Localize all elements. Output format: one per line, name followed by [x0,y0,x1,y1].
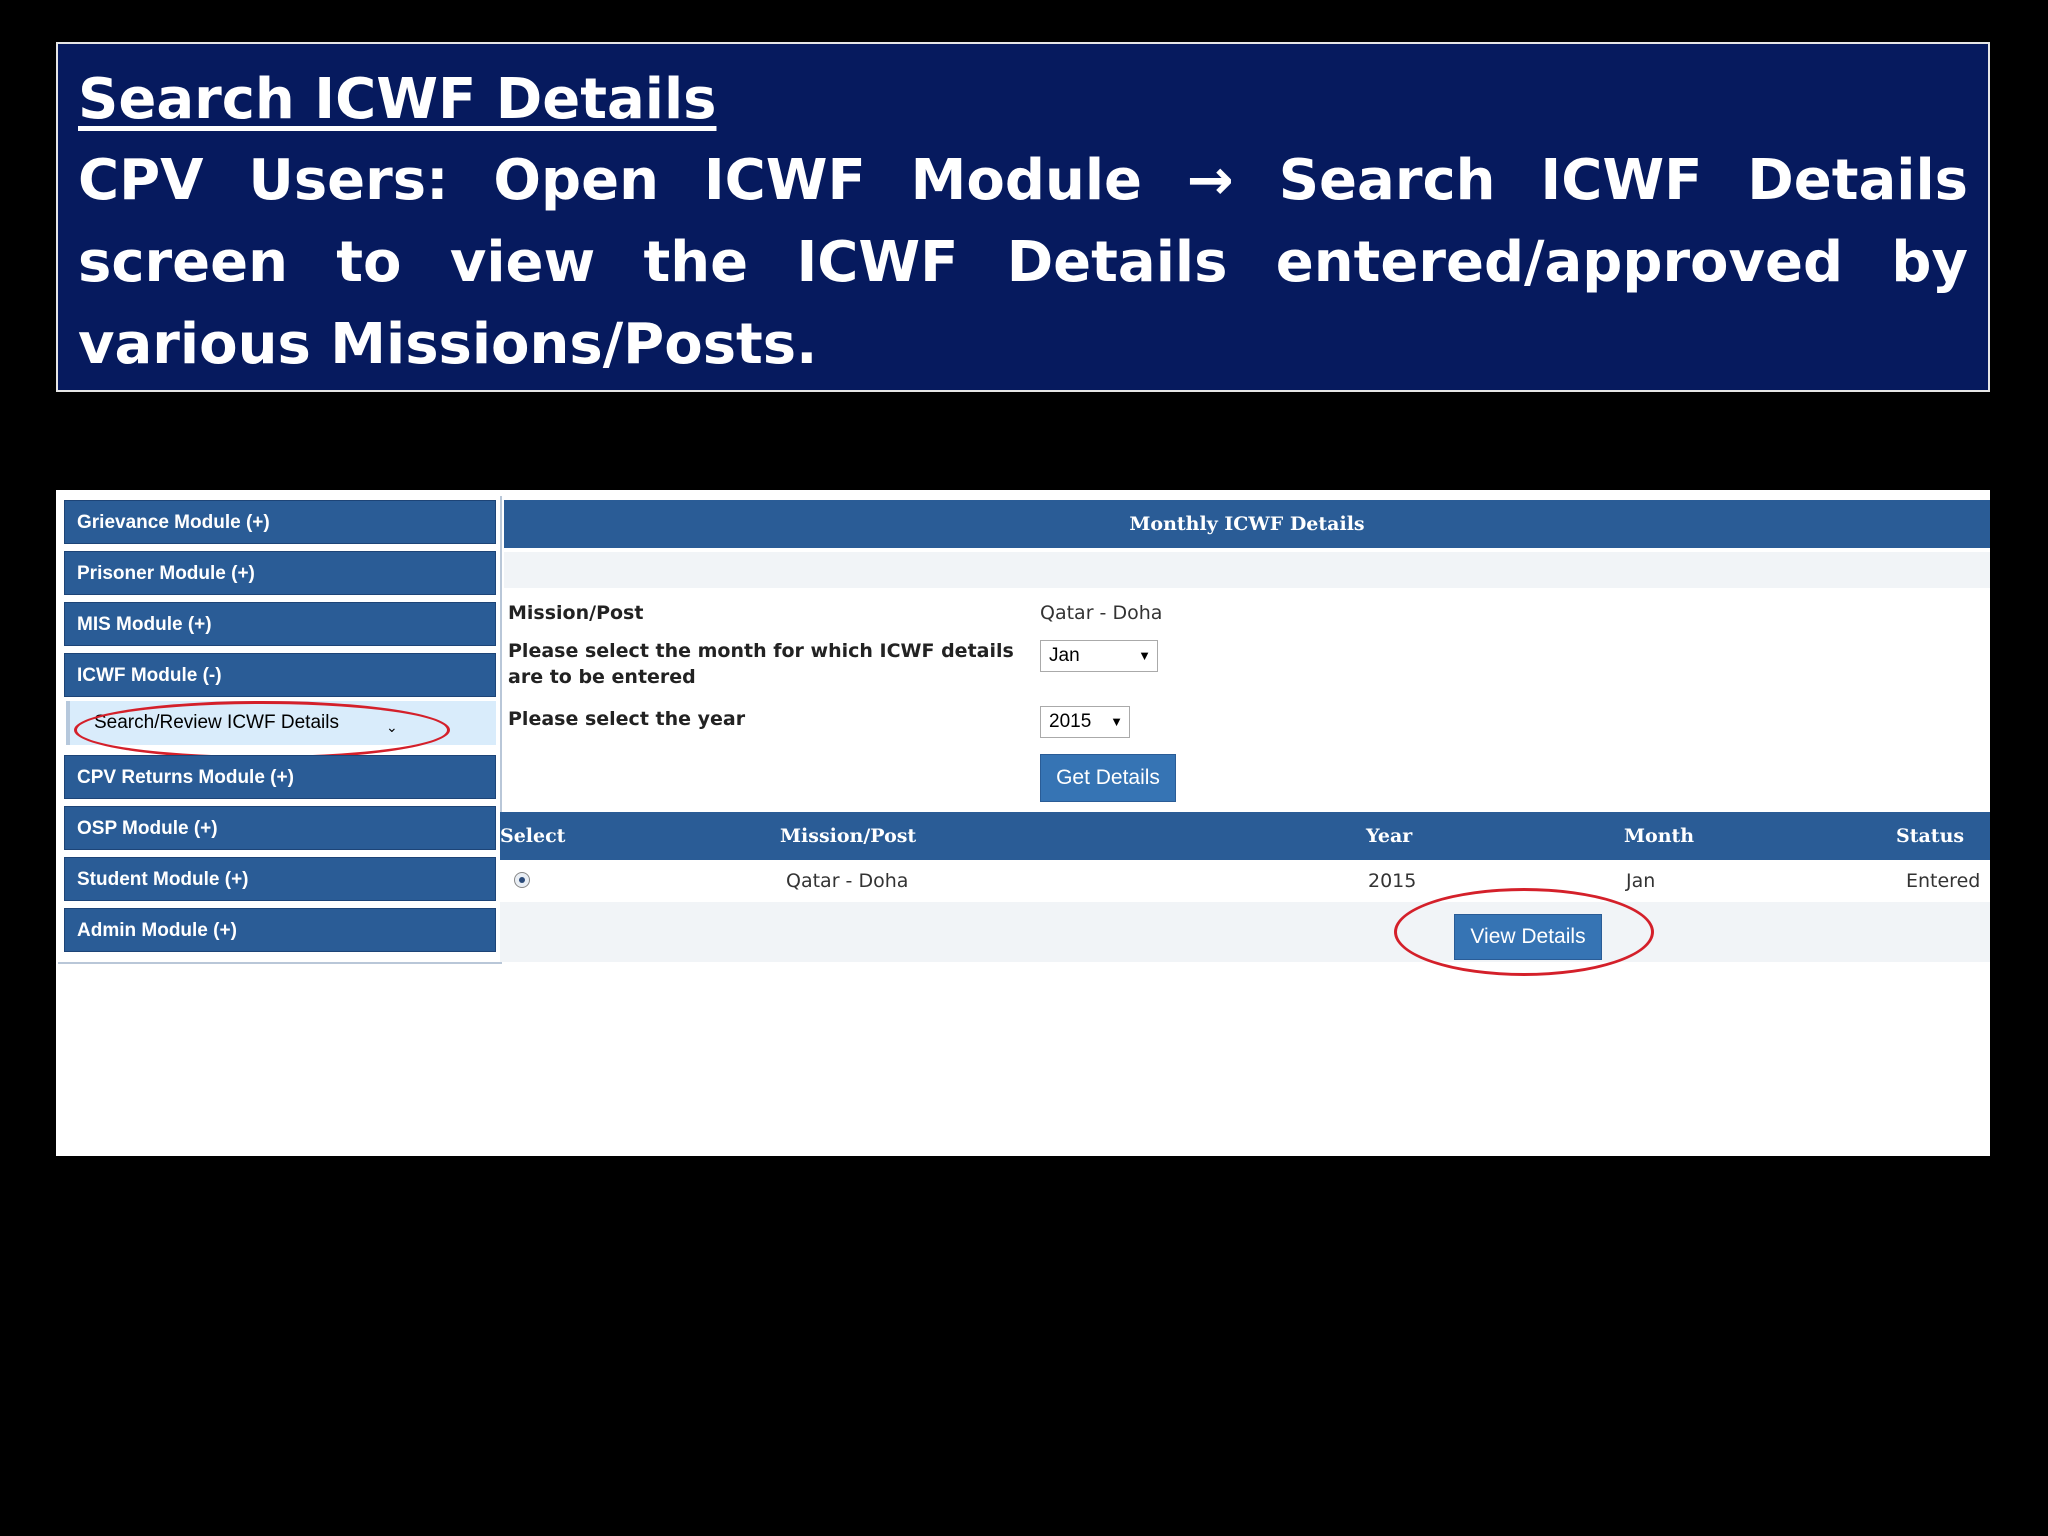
dropdown-arrow-icon: ▼ [1110,714,1123,729]
sidebar-item-osp[interactable]: OSP Module (+) [64,806,496,850]
column-header-year: Year [1366,825,1413,847]
slide-description: CPV Users: Open ICWF Module → Search ICW… [78,140,1968,386]
slide-title: Search ICWF Details [78,67,717,132]
sidebar: Grievance Module (+) Prisoner Module (+)… [58,496,502,964]
column-header-month: Month [1624,825,1695,847]
row-month: Jan [1626,870,1656,892]
panel-header: Monthly ICWF Details [504,500,1990,548]
row-mission: Qatar - Doha [786,870,909,892]
sidebar-item-grievance[interactable]: Grievance Module (+) [64,500,496,544]
sidebar-item-admin[interactable]: Admin Module (+) [64,908,496,952]
table-row: Qatar - Doha 2015 Jan Entered [500,860,1990,902]
year-label: Please select the year [508,708,746,730]
mission-value: Qatar - Doha [1040,602,1163,624]
get-details-button[interactable]: Get Details [1040,754,1176,802]
column-header-mission: Mission/Post [780,825,917,847]
sidebar-item-icwf[interactable]: ICWF Module (-) [64,653,496,697]
highlight-oval [74,701,450,759]
row-status: Entered [1906,870,1981,892]
year-select-value: 2015 [1049,711,1092,732]
title-banner: Search ICWF Details CPV Users: Open ICWF… [56,42,1990,392]
month-select[interactable]: Jan ▼ [1040,640,1158,672]
sidebar-item-cpv-returns[interactable]: CPV Returns Module (+) [64,755,496,799]
sidebar-item-mis[interactable]: MIS Module (+) [64,602,496,646]
results-table-header: Select Mission/Post Year Month Status [500,812,1990,860]
year-select[interactable]: 2015 ▼ [1040,706,1130,738]
app-screenshot: Grievance Module (+) Prisoner Module (+)… [56,490,1990,1156]
column-header-status: Status [1896,825,1965,847]
month-label: Please select the month for which ICWF d… [508,640,1014,688]
row-select-radio[interactable] [514,872,530,888]
dropdown-arrow-icon: ▼ [1138,648,1151,663]
month-select-value: Jan [1049,645,1080,666]
row-year: 2015 [1368,870,1417,892]
mission-label: Mission/Post [508,602,644,624]
sidebar-item-student[interactable]: Student Module (+) [64,857,496,901]
header-spacer [504,552,1990,588]
column-header-select: Select [500,825,566,847]
main-panel: Monthly ICWF Details Mission/Post Qatar … [500,496,1990,976]
highlight-oval [1394,888,1654,976]
sidebar-item-prisoner[interactable]: Prisoner Module (+) [64,551,496,595]
arrow-right-icon: → [1186,148,1234,213]
table-actions-row [500,902,1990,962]
description-part-1: CPV Users: Open ICWF Module [78,148,1187,213]
